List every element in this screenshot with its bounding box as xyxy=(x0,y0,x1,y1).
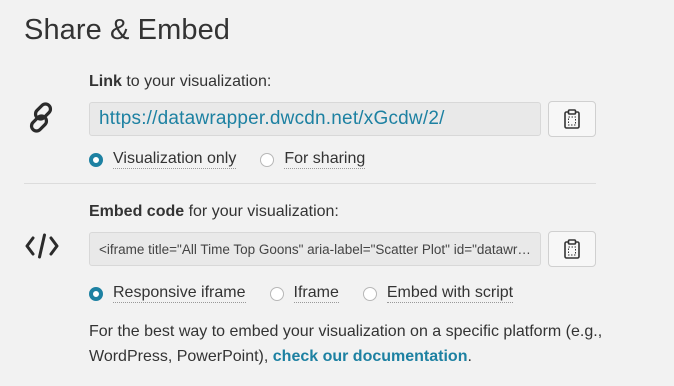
radio-label: For sharing xyxy=(284,150,366,169)
radio-label: Visualization only xyxy=(113,150,237,169)
radio-dot xyxy=(362,286,377,301)
radio-dot xyxy=(260,152,275,167)
note-text-end: . xyxy=(467,348,472,365)
radio-label: Embed with script xyxy=(386,284,514,303)
clipboard-icon xyxy=(564,239,580,259)
link-url-field[interactable]: https://datawrapper.dwcdn.net/xGcdw/2/ xyxy=(89,102,541,136)
radio-responsive-iframe[interactable]: Responsive iframe xyxy=(89,284,246,303)
embed-label: Embed code for your visualization: xyxy=(89,203,339,220)
link-icon xyxy=(24,100,60,136)
link-type-options: Visualization only For sharing xyxy=(89,150,389,169)
copy-link-button[interactable] xyxy=(548,101,596,137)
radio-for-sharing[interactable]: For sharing xyxy=(260,150,366,169)
code-icon xyxy=(24,228,60,264)
page-title: Share & Embed xyxy=(24,14,231,46)
copy-embed-button[interactable] xyxy=(548,231,596,267)
link-label: Link to your visualization: xyxy=(89,73,272,90)
radio-dot xyxy=(89,152,103,167)
radio-label: Iframe xyxy=(293,284,339,303)
radio-visualization-only[interactable]: Visualization only xyxy=(89,150,237,169)
radio-dot xyxy=(269,286,284,301)
radio-iframe[interactable]: Iframe xyxy=(269,284,339,303)
radio-dot xyxy=(89,286,103,301)
radio-label: Responsive iframe xyxy=(113,284,246,303)
embed-code-field[interactable]: <iframe title="All Time Top Goons" aria-… xyxy=(89,232,541,266)
documentation-link[interactable]: check our documentation xyxy=(273,348,468,365)
radio-embed-with-script[interactable]: Embed with script xyxy=(362,284,514,303)
embed-type-options: Responsive iframe Iframe Embed with scri… xyxy=(89,284,537,303)
embed-help-note: For the best way to embed your visualiza… xyxy=(89,319,609,369)
section-divider xyxy=(24,183,596,184)
clipboard-icon xyxy=(564,109,580,129)
